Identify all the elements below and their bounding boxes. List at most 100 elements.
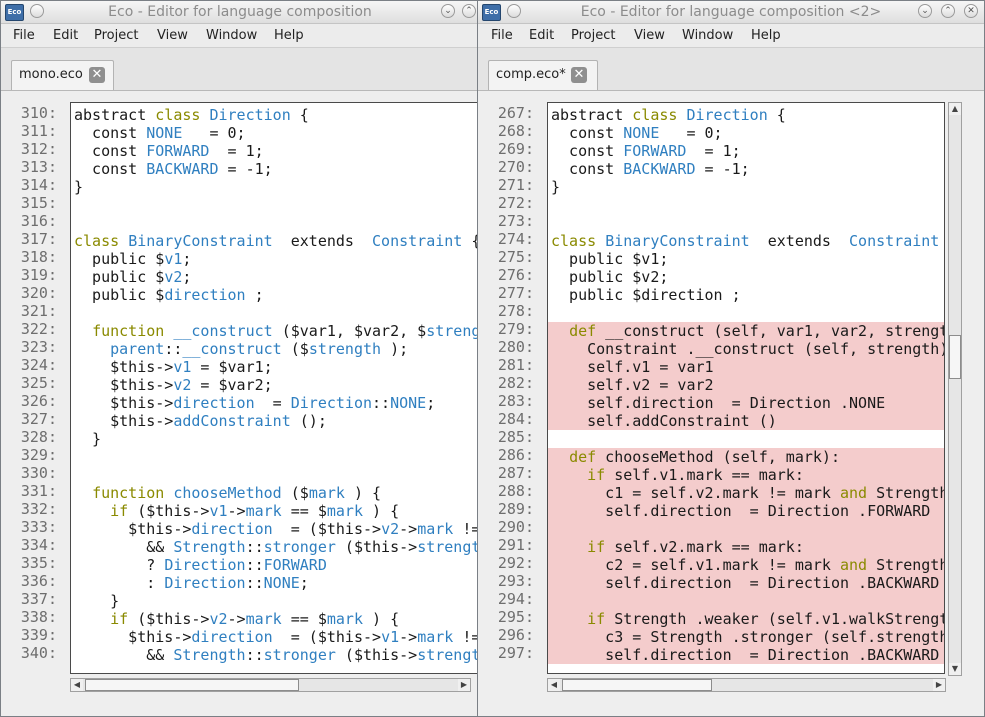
code-line: : Direction::NONE; [74, 574, 309, 592]
code-line: const NONE = 0; [551, 124, 723, 142]
scroll-left-icon[interactable]: ◀ [548, 679, 560, 691]
scroll-up-icon[interactable]: ▲ [949, 103, 961, 115]
code-line: $this->addConstraint (); [74, 412, 327, 430]
code-line: } [74, 178, 84, 196]
code-editor[interactable]: abstract class Direction { const NONE = … [70, 102, 482, 674]
code-line: class BinaryConstraint extends Constrain… [551, 232, 940, 250]
code-line: c3 = Strength .stronger (self.strength [548, 628, 944, 646]
menu-help[interactable]: Help [751, 28, 781, 43]
tab-comp-eco[interactable]: comp.eco* ✕ [488, 60, 598, 90]
line-number: 311: [20, 122, 57, 140]
scroll-right-icon[interactable]: ▶ [458, 679, 470, 691]
code-line: Constraint .__construct (self, strength) [548, 340, 944, 358]
tab-close-icon[interactable]: ✕ [571, 67, 587, 83]
menu-edit[interactable]: Edit [53, 28, 78, 43]
close-icon[interactable]: ✕ [964, 4, 978, 18]
menu-view[interactable]: View [634, 28, 665, 43]
line-number: 335: [20, 554, 57, 572]
code-line: if ($this->v1->mark == $mark ) { [110, 502, 400, 520]
menu-file[interactable]: File [491, 28, 513, 43]
menu-window[interactable]: Window [206, 28, 257, 43]
line-number: 279: [497, 320, 534, 338]
menu-help[interactable]: Help [274, 28, 304, 43]
vertical-scrollbar[interactable]: ▲ ▼ [948, 102, 962, 676]
line-number: 324: [20, 356, 57, 374]
code-line [548, 520, 944, 538]
line-number: 289: [497, 500, 534, 518]
tab-bar: mono.eco ✕ [1, 48, 479, 91]
maximize-icon[interactable]: ⌃ [941, 4, 955, 18]
scroll-left-icon[interactable]: ◀ [71, 679, 83, 691]
line-number: 295: [497, 608, 534, 626]
code-lines: abstract class Direction { const NONE = … [74, 106, 481, 664]
code-line: self.direction = Direction .BACKWARD [548, 646, 944, 664]
code-line: function __construct ($var1, $var2, $str… [92, 322, 481, 340]
line-number: 287: [497, 464, 534, 482]
line-number: 291: [497, 536, 534, 554]
horizontal-scrollbar[interactable]: ◀ ▶ [70, 678, 471, 692]
line-number: 317: [20, 230, 57, 248]
line-number: 327: [20, 410, 57, 428]
scroll-thumb[interactable] [85, 679, 299, 691]
code-line: } [74, 430, 102, 448]
maximize-icon[interactable]: ⌃ [462, 4, 476, 18]
right-window: Eco Eco - Editor for language compositio… [477, 0, 985, 717]
minimize-icon[interactable]: ⌄ [918, 4, 932, 18]
code-line: self.direction = Direction .BACKWARD [548, 574, 944, 592]
code-line: self.addConstraint () [548, 412, 944, 430]
line-number: 312: [20, 140, 57, 158]
menu-window[interactable]: Window [682, 28, 733, 43]
line-number: 322: [20, 320, 57, 338]
line-number: 329: [20, 446, 57, 464]
scroll-right-icon[interactable]: ▶ [933, 679, 945, 691]
line-number: 271: [497, 176, 534, 194]
code-line: public $v1; [74, 250, 192, 268]
code-line: def chooseMethod (self, mark): [548, 448, 944, 466]
code-line: && Strength::stronger ($this->strength [74, 646, 481, 664]
line-number: 278: [497, 302, 534, 320]
tab-close-icon[interactable]: ✕ [89, 67, 105, 83]
code-line: $this->direction = ($this->v2->mark != $… [74, 520, 481, 538]
menu-project[interactable]: Project [571, 28, 615, 43]
code-line: self.direction = Direction .NONE [548, 394, 944, 412]
line-number: 336: [20, 572, 57, 590]
line-number: 340: [20, 644, 57, 662]
horizontal-scrollbar[interactable]: ◀ ▶ [547, 678, 946, 692]
line-number: 273: [497, 212, 534, 230]
code-line: if ($this->v2->mark == $mark ) { [110, 610, 400, 628]
code-editor[interactable]: abstract class Direction { const NONE = … [547, 102, 945, 674]
code-line: $this->v2 = $var2; [74, 376, 273, 394]
line-number: 285: [497, 428, 534, 446]
line-number: 274: [497, 230, 534, 248]
line-number: 316: [20, 212, 57, 230]
line-number: 294: [497, 590, 534, 608]
tab-mono-eco[interactable]: mono.eco ✕ [11, 60, 114, 90]
menu-file[interactable]: File [13, 28, 35, 43]
menubar: File Edit Project View Window Help [478, 24, 984, 48]
scroll-down-icon[interactable]: ▼ [949, 663, 961, 675]
line-number: 296: [497, 626, 534, 644]
menu-project[interactable]: Project [94, 28, 138, 43]
tab-label: mono.eco [19, 67, 83, 82]
minimize-icon[interactable]: ⌄ [441, 4, 455, 18]
menu-view[interactable]: View [157, 28, 188, 43]
titlebar[interactable]: Eco Eco - Editor for language compositio… [478, 1, 984, 24]
line-number: 323: [20, 338, 57, 356]
line-number: 270: [497, 158, 534, 176]
code-line: public $direction ; [551, 286, 741, 304]
code-line: public $direction ; [74, 286, 264, 304]
code-line: public $v1; [551, 250, 669, 268]
scroll-thumb[interactable] [562, 679, 712, 691]
titlebar[interactable]: Eco Eco - Editor for language compositio… [1, 1, 479, 24]
scroll-thumb[interactable] [949, 335, 961, 379]
code-line: if self.v2.mark == mark: [548, 538, 944, 556]
line-number: 268: [497, 122, 534, 140]
code-line: self.v2 = var2 [548, 376, 944, 394]
code-line: self.direction = Direction .FORWARD [548, 502, 944, 520]
menu-edit[interactable]: Edit [529, 28, 554, 43]
